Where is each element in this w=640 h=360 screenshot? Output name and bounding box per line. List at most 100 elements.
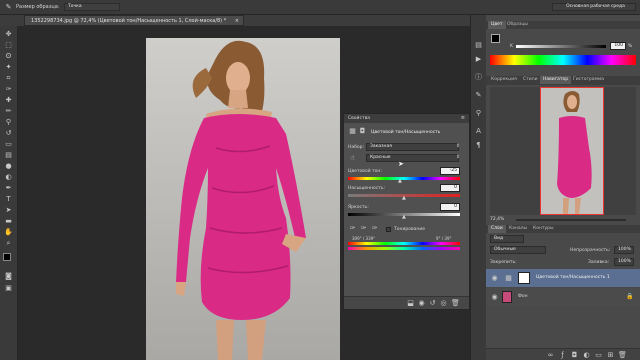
eyedropper-icon[interactable]: ✑ (348, 224, 357, 233)
new-adjustment-icon[interactable]: ◐ (582, 351, 591, 360)
saturation-slider-handle[interactable]: ▲ (402, 195, 406, 201)
tab-color[interactable]: Цвет (488, 21, 506, 29)
blend-mode-select[interactable]: Обычные (490, 246, 546, 254)
blur-tool-icon[interactable]: ● (4, 162, 13, 171)
mask-icon[interactable]: ◘ (358, 127, 367, 136)
layer-name[interactable]: Цветовой тон/Насыщенность 1 (536, 275, 610, 280)
color-ramp[interactable] (490, 55, 636, 65)
document-tab[interactable]: 1352298734.jpg @ 72,4% (Цветовой тон/Нас… (24, 15, 244, 26)
healing-brush-icon[interactable]: ✚ (4, 96, 13, 105)
info-panel-icon[interactable]: ⓘ (474, 73, 483, 82)
layer-row[interactable]: ◉ Фон 🔒 (486, 288, 640, 306)
history-panel-icon[interactable]: ▤ (474, 41, 483, 50)
paragraph-panel-icon[interactable]: ¶ (474, 141, 483, 150)
eye-icon[interactable]: ◉ (490, 293, 499, 302)
gradient-tool-icon[interactable]: ▤ (4, 151, 13, 160)
trash-icon[interactable]: 🗑 (451, 299, 460, 308)
view-previous-icon[interactable]: ◉ (417, 299, 426, 308)
workspace-select[interactable]: Основная рабочая среда (552, 3, 636, 11)
layer-mask-thumbnail[interactable] (518, 272, 530, 284)
lasso-tool-icon[interactable]: ʘ (4, 52, 13, 61)
trash-icon[interactable]: 🗑 (618, 351, 627, 360)
navigator-view-box[interactable] (540, 87, 604, 215)
colorize-checkbox[interactable] (386, 227, 391, 232)
lock-icon: 🔒 (626, 293, 634, 300)
layer-name[interactable]: Фон (518, 294, 528, 299)
foreground-color-swatch[interactable] (3, 253, 11, 261)
clone-stamp-icon[interactable]: ⚲ (4, 118, 13, 127)
clone-source-icon[interactable]: ⚲ (474, 109, 483, 118)
close-tab-icon[interactable]: × (235, 16, 239, 26)
eyedropper-plus-icon[interactable]: ✑ (359, 224, 368, 233)
crop-tool-icon[interactable]: ⌗ (4, 74, 13, 83)
eraser-tool-icon[interactable]: ▭ (4, 140, 13, 149)
tab-styles[interactable]: Стили (520, 76, 541, 84)
sample-size-select[interactable]: Точка (64, 3, 120, 11)
quick-mask-icon[interactable]: ◙ (4, 272, 13, 281)
document-image[interactable] (146, 38, 340, 360)
chevron-down-icon[interactable]: ⇕ (456, 154, 460, 160)
k-value-field[interactable]: 100 (610, 42, 626, 50)
k-unit: % (628, 44, 633, 49)
panel-menu-icon[interactable]: ≡ (461, 115, 465, 121)
fill-field[interactable]: 100% (614, 258, 634, 266)
panel-icon-strip: ▤ ▶ ⓘ ✎ ⚲ A ¶ (470, 15, 486, 360)
character-panel-icon[interactable]: A (474, 127, 483, 136)
hand-adjust-icon[interactable]: ☝ (348, 154, 357, 163)
eye-icon[interactable]: ◉ (490, 274, 499, 283)
move-tool-icon[interactable]: ✥ (4, 30, 13, 39)
pen-tool-icon[interactable]: ✒ (4, 184, 13, 193)
chevron-down-icon[interactable]: ⇕ (456, 143, 460, 149)
saturation-value-field[interactable]: 0 (440, 184, 460, 192)
hue-slider-track[interactable] (348, 177, 460, 180)
path-selection-icon[interactable]: ➤ (4, 206, 13, 215)
tab-swatches[interactable]: Образцы (504, 21, 531, 29)
tab-histogram[interactable]: Гистограмма (570, 76, 607, 84)
reset-icon[interactable]: ↺ (428, 299, 437, 308)
lightness-slider-handle[interactable]: ▲ (402, 214, 406, 220)
hue-label: Цветовой тон: (348, 169, 382, 174)
preset-select[interactable]: Заказная (366, 143, 459, 151)
k-slider[interactable] (516, 45, 606, 48)
eyedropper-minus-icon[interactable]: ✑ (370, 224, 379, 233)
navigator-zoom-slider[interactable] (516, 219, 626, 221)
eyedropper-icon[interactable]: ✑ (4, 85, 13, 94)
layer-style-icon[interactable]: ƒ (558, 351, 567, 360)
clip-to-layer-icon[interactable]: ⬓ (406, 299, 415, 308)
brush-panel-icon[interactable]: ✎ (474, 91, 483, 100)
layer-filter-select[interactable]: Вид (490, 235, 524, 243)
navigator-zoom-value[interactable]: 72,4% (490, 217, 504, 222)
layer-row[interactable]: ◉ ▦ Цветовой тон/Насыщенность 1 (486, 269, 640, 287)
tab-layers[interactable]: Слои (488, 225, 506, 233)
foreground-color-swatch[interactable] (491, 34, 500, 43)
tab-navigator[interactable]: Навигатор (540, 76, 572, 84)
marquee-tool-icon[interactable]: ⬚ (4, 41, 13, 50)
lightness-value-field[interactable]: 0 (440, 203, 460, 211)
hue-value-field[interactable]: -25 (440, 167, 460, 175)
shape-tool-icon[interactable]: ▬ (4, 217, 13, 226)
tab-correction[interactable]: Коррекция (488, 76, 520, 84)
quick-selection-tool-icon[interactable]: ✦ (4, 63, 13, 72)
navigator-preview[interactable] (490, 87, 636, 215)
model-photo (146, 38, 340, 360)
link-layers-icon[interactable]: ∞ (546, 351, 555, 360)
tab-paths[interactable]: Контуры (530, 225, 557, 233)
new-layer-icon[interactable]: ⊞ (606, 351, 615, 360)
visibility-icon[interactable]: ◎ (439, 299, 448, 308)
range-spectrum-bottom[interactable] (348, 247, 460, 250)
actions-panel-icon[interactable]: ▶ (474, 55, 483, 64)
opacity-field[interactable]: 100% (614, 246, 634, 254)
zoom-tool-icon[interactable]: ⌕ (4, 239, 13, 248)
hand-tool-icon[interactable]: ✋ (4, 228, 13, 237)
eyedropper-tool-icon[interactable]: ✎ (4, 3, 13, 12)
history-brush-icon[interactable]: ↺ (4, 129, 13, 138)
new-group-icon[interactable]: ▭ (594, 351, 603, 360)
hue-slider-handle[interactable]: ▲ (398, 178, 402, 184)
dodge-tool-icon[interactable]: ◐ (4, 173, 13, 182)
tab-channels[interactable]: Каналы (506, 225, 530, 233)
add-mask-icon[interactable]: ◘ (570, 351, 579, 360)
type-tool-icon[interactable]: T (4, 195, 13, 204)
brush-tool-icon[interactable]: ✏ (4, 107, 13, 116)
channel-select[interactable]: Красные (366, 154, 459, 162)
screen-mode-icon[interactable]: ▣ (4, 284, 13, 293)
